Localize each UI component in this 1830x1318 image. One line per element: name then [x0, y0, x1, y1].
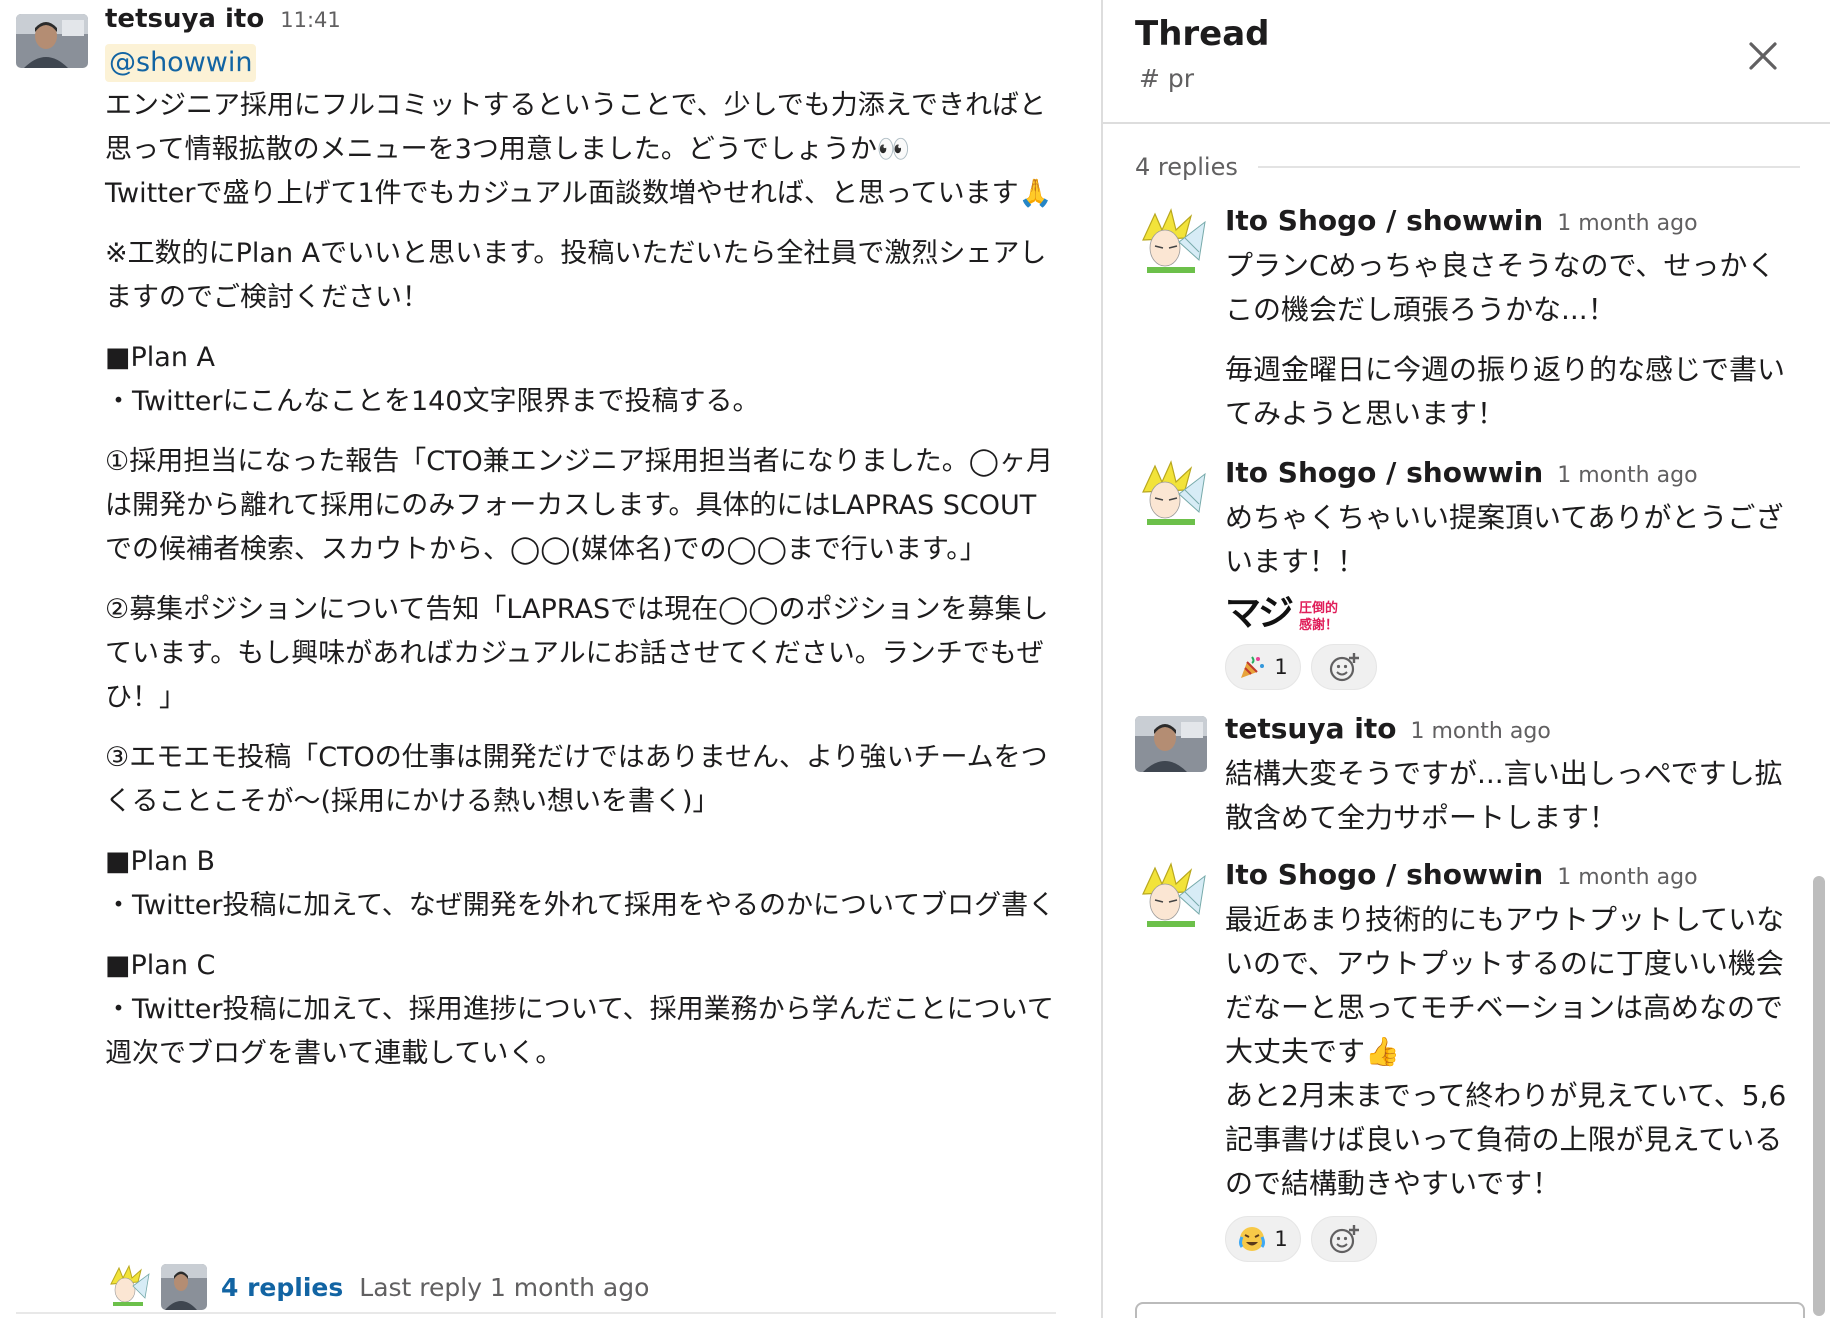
reaction-bar: 1	[1225, 1216, 1795, 1262]
thread-header: Thread # pr	[1103, 0, 1830, 124]
thread-reply: tetsuya ito 1 month ago 結構大変そうですが...言い出し…	[1135, 712, 1785, 842]
reply-paragraph: 毎週金曜日に今週の振り返り的な感じで書いてみようと思います！	[1225, 353, 1786, 430]
anime-character-avatar-icon	[1135, 862, 1207, 934]
reply-body: 最近あまり技術的にもアウトプットしていないので、アウトプットするのに丁度いい機会…	[1225, 898, 1795, 1262]
reply-author[interactable]: tetsuya ito	[1225, 712, 1396, 745]
channel-message-pane: tetsuya ito 11:41 @showwin エンジニア採用にフルコミッ…	[0, 0, 1101, 1318]
avatar-tetsuya-ito[interactable]	[16, 14, 88, 68]
thread-replies-bar[interactable]: 4 replies Last reply 1 month ago	[105, 1264, 649, 1310]
thread-reply: Ito Shogo / showwin 1 month ago めちゃくちゃいい…	[1135, 456, 1785, 696]
reply-header: Ito Shogo / showwin 1 month ago	[1225, 204, 1698, 244]
reply-timestamp[interactable]: 1 month ago	[1557, 211, 1697, 236]
message-paragraph: ②募集ポジションについて告知「LAPRASでは現在◯◯のポジションを募集していま…	[105, 594, 1049, 713]
anime-character-avatar-icon	[1135, 460, 1207, 532]
thread-scrollbar[interactable]	[1813, 876, 1825, 1316]
message-timestamp[interactable]: 11:41	[280, 8, 341, 32]
add-emoji-icon	[1329, 653, 1359, 682]
thread-channel-link[interactable]: # pr	[1139, 64, 1194, 93]
message-paragraph: ■Plan C ・Twitter投稿に加えて、採用進捗について、採用業務から学ん…	[105, 950, 1054, 1069]
message-paragraph: エンジニア採用にフルコミットするということで、少しでも力添えできればと思って情報…	[105, 90, 1053, 209]
reply-author[interactable]: Ito Shogo / showwin	[1225, 456, 1543, 489]
close-icon	[1749, 42, 1777, 70]
message-paragraph: ※工数的にPlan Aでいいと思います。投稿いただいたら全社員で激烈シェアします…	[105, 238, 1047, 313]
anime-character-avatar-icon	[1135, 208, 1207, 280]
avatar-showwin[interactable]	[1135, 862, 1207, 934]
custom-sticker-emoji[interactable]: マジ 圧倒的 感謝！	[1225, 590, 1795, 634]
message-body: エンジニア採用にフルコミットするということで、少しでも力添えできればと思って情報…	[105, 84, 1060, 1092]
reply-paragraph: 最近あまり技術的にもアウトプットしていないので、アウトプットするのに丁度いい機会…	[1225, 903, 1787, 1200]
message-paragraph: ■Plan A ・Twitterにこんなことを140文字限界まで投稿する。	[105, 342, 760, 417]
reply-author[interactable]: Ito Shogo / showwin	[1225, 204, 1543, 237]
replies-link[interactable]: 4 replies	[221, 1273, 343, 1302]
user-mention[interactable]: @showwin	[105, 44, 257, 82]
replies-count: 4 replies	[1135, 153, 1238, 181]
person-photo-icon	[16, 14, 88, 68]
sticker-line: 圧倒的	[1299, 601, 1339, 616]
reply-timestamp[interactable]: 1 month ago	[1557, 463, 1697, 488]
reply-composer[interactable]	[1135, 1302, 1805, 1318]
thread-panel: Thread # pr 4 replies Ito Shogo / showwi…	[1101, 0, 1830, 1318]
divider-line	[1257, 166, 1800, 168]
add-reaction-button[interactable]	[1311, 644, 1377, 690]
message-paragraph: ③エモエモ投稿「CTOの仕事は開発だけではありません、より強いチームをつくること…	[105, 742, 1048, 817]
reply-body: プランCめっちゃ良さそうなので、せっかくこの機会だし頑張ろうかな...！ 毎週金…	[1225, 244, 1795, 452]
reply-body: めちゃくちゃいい提案頂いてありがとうございます！！ マジ 圧倒的 感謝！ 1	[1225, 496, 1795, 690]
message-paragraph: ①採用担当になった報告「CTO兼エンジニア採用担当者になりました。◯ヶ月は開発か…	[105, 446, 1054, 565]
reply-avatar-tetsuya[interactable]	[161, 1264, 207, 1310]
message-author[interactable]: tetsuya ito	[105, 4, 264, 34]
reply-header: Ito Shogo / showwin 1 month ago	[1225, 456, 1698, 496]
reply-timestamp[interactable]: 1 month ago	[1557, 865, 1697, 890]
reply-author[interactable]: Ito Shogo / showwin	[1225, 858, 1543, 891]
reply-paragraph: めちゃくちゃいい提案頂いてありがとうございます！！	[1225, 501, 1784, 578]
add-reaction-button[interactable]	[1311, 1216, 1377, 1262]
thread-reply: Ito Shogo / showwin 1 month ago プランCめっちゃ…	[1135, 204, 1785, 434]
message-paragraph: ■Plan B ・Twitter投稿に加えて、なぜ開発を外れて採用をやるのかにつ…	[105, 846, 1056, 921]
anime-character-avatar-icon	[105, 1264, 151, 1310]
sticker-big-text: マジ	[1225, 593, 1294, 634]
avatar-tetsuya-ito[interactable]	[1135, 716, 1207, 772]
party-horn-icon	[1238, 653, 1266, 681]
person-photo-icon	[161, 1264, 207, 1310]
sticker-line: 感謝！	[1299, 618, 1339, 633]
crying-laughing-face-icon	[1238, 1225, 1266, 1253]
thread-reply: Ito Shogo / showwin 1 month ago 最近あまり技術的…	[1135, 858, 1786, 1262]
message-header: tetsuya ito 11:41	[105, 4, 341, 40]
reaction-crying-laughing[interactable]: 1	[1225, 1216, 1301, 1262]
reply-timestamp[interactable]: 1 month ago	[1410, 719, 1550, 744]
avatar-showwin[interactable]	[1135, 460, 1207, 532]
sticker-small-text: 圧倒的 感謝！	[1299, 600, 1338, 634]
thread-title: Thread	[1135, 14, 1270, 54]
person-photo-icon	[1135, 716, 1207, 772]
reply-body: 結構大変そうですが...言い出しっぺですし拡散含めて全力サポートします！	[1225, 752, 1795, 856]
close-thread-button[interactable]	[1743, 36, 1783, 76]
last-reply-time: Last reply 1 month ago	[359, 1272, 650, 1302]
replies-divider: 4 replies	[1135, 150, 1800, 184]
add-emoji-icon	[1329, 1225, 1359, 1254]
reaction-bar: 1	[1225, 644, 1795, 690]
avatar-showwin[interactable]	[1135, 208, 1207, 280]
reaction-count: 1	[1274, 655, 1288, 679]
reply-paragraph: プランCめっちゃ良さそうなので、せっかくこの機会だし頑張ろうかな...！	[1225, 249, 1776, 326]
reply-header: Ito Shogo / showwin 1 month ago	[1225, 858, 1698, 898]
reply-avatar-showwin[interactable]	[105, 1264, 151, 1310]
reaction-count: 1	[1274, 1227, 1288, 1251]
divider	[16, 1312, 1056, 1314]
reaction-party[interactable]: 1	[1225, 644, 1301, 690]
reply-paragraph: 結構大変そうですが...言い出しっぺですし拡散含めて全力サポートします！	[1225, 757, 1783, 834]
reply-header: tetsuya ito 1 month ago	[1225, 712, 1551, 752]
